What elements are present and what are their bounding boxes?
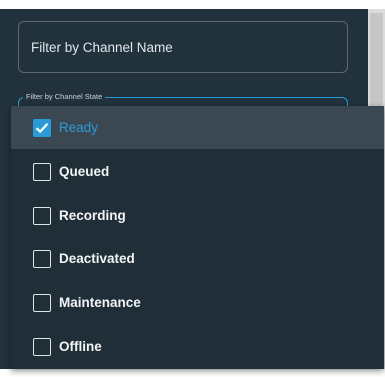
state-option-checkbox[interactable] <box>33 338 51 356</box>
state-option-label: Ready <box>59 120 99 135</box>
channel-state-dropdown: Ready Queued Recording Deactivated Maint… <box>11 106 384 369</box>
channel-name-filter-input[interactable] <box>18 21 348 73</box>
state-option-label: Deactivated <box>59 251 135 266</box>
state-option-checkbox[interactable] <box>33 163 51 181</box>
state-option-label: Recording <box>59 208 126 223</box>
check-icon <box>35 123 49 134</box>
state-option-label: Queued <box>59 164 110 179</box>
channel-state-filter-label: Filter by Channel State <box>23 91 106 103</box>
state-option-checkbox[interactable] <box>33 250 51 268</box>
state-option-label: Offline <box>59 339 102 354</box>
state-option-checkbox[interactable] <box>33 119 51 137</box>
state-option-deactivated[interactable]: Deactivated <box>11 237 384 280</box>
state-option-label: Maintenance <box>59 295 141 310</box>
state-option-checkbox[interactable] <box>33 294 51 312</box>
state-option-ready[interactable]: Ready <box>11 106 384 149</box>
filter-screen: Filter by Channel State Ready Queued Rec… <box>0 0 385 377</box>
state-option-offline[interactable]: Offline <box>11 325 384 368</box>
state-option-queued[interactable]: Queued <box>11 150 384 193</box>
state-option-checkbox[interactable] <box>33 207 51 225</box>
state-option-recording[interactable]: Recording <box>11 194 384 237</box>
state-option-maintenance[interactable]: Maintenance <box>11 281 384 324</box>
